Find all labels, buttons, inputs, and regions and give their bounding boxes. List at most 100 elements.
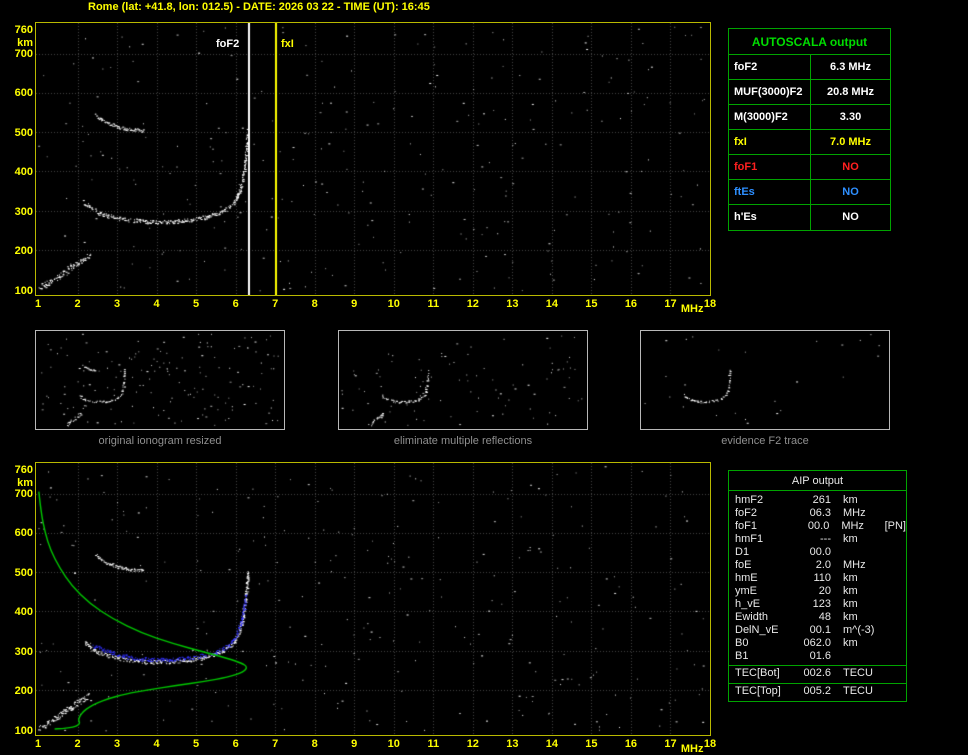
x-axis-tick-bottom: 17	[664, 738, 677, 750]
ionogram-canvas-bottom	[36, 463, 710, 735]
station-date-header: Rome (lat: +41.8, lon: 012.5) - DATE: 20…	[88, 1, 430, 13]
aip-param-value: 00.1	[809, 624, 831, 636]
autoscala-param-label: foF2	[729, 55, 811, 79]
x-axis-tick-bottom: 14	[545, 738, 558, 750]
autoscala-row-hes: h'Es NO	[729, 205, 890, 230]
autoscala-param-value: NO	[842, 186, 859, 198]
aip-param-value: 20	[818, 585, 831, 597]
y-axis-tick-bottom: 100	[14, 725, 33, 737]
y-axis-unit-bottom: km	[17, 477, 33, 489]
x-axis-tick-bottom: 8	[311, 738, 318, 750]
thumbnail-caption-f2trace: evidence F2 trace	[721, 435, 809, 447]
x-axis-tick-top: 1	[34, 298, 42, 310]
autoscala-panel-title: AUTOSCALA output	[729, 29, 890, 55]
x-axis-tick-bottom: 11	[427, 738, 440, 750]
x-axis-tick-top: 8	[311, 298, 318, 310]
aip-param-unit: km	[843, 598, 858, 610]
aip-param-label: foE	[735, 559, 752, 571]
aip-param-label: foF2	[735, 507, 758, 519]
x-axis-tick-top: 3	[113, 298, 121, 310]
x-axis-tick-bottom: 13	[506, 738, 519, 750]
autoscala-param-value: 3.30	[839, 111, 862, 123]
thumbnail-canvas-f2trace	[641, 331, 889, 429]
x-axis-tick-bottom: 9	[351, 738, 358, 750]
y-axis-tick-top: 700	[14, 47, 33, 60]
y-axis-tick-top: 500	[14, 126, 33, 139]
aip-param-value: 005.2	[803, 685, 831, 697]
aip-param-unit: km	[843, 585, 858, 597]
x-axis-tick-top: 14	[545, 298, 558, 310]
x-axis-tick-bottom: 4	[153, 738, 160, 750]
x-axis-tick-bottom: 7	[272, 738, 279, 750]
aip-row-yme: ymE 20 km	[729, 585, 906, 598]
aip-param-value: 2.0	[815, 559, 831, 571]
thumbnail-caption-reflections: eliminate multiple reflections	[393, 435, 533, 447]
x-axis-tick-top: 5	[193, 298, 200, 310]
aip-param-unit: km	[843, 494, 858, 506]
aip-output-panel: AIP output hmF2 261 km foF2 06.3 MHz foF1 00.0 M…	[728, 470, 907, 702]
aip-row-fof1: foF1 00.0 MHz [PN]	[729, 520, 906, 533]
ionogram-plot-top: foF2 fxI	[35, 22, 711, 296]
aip-param-label: B0	[735, 637, 749, 649]
x-axis-tick-top: 18	[703, 298, 717, 310]
x-axis-tick-top: 9	[351, 298, 358, 310]
thumbnail-original-ionogram	[35, 330, 285, 430]
x-axis-tick-top: 10	[387, 298, 400, 310]
thumbnail-multiple-reflections-removed	[338, 330, 588, 430]
thumbnail-canvas-original	[36, 331, 284, 429]
x-axis-tick-top: 6	[232, 298, 239, 310]
aip-param-unit: MHz	[843, 507, 866, 519]
aip-rows: hmF2 261 km foF2 06.3 MHz foF1 00.0 MHz [PN] hmF1 -…	[729, 491, 906, 701]
autoscala-param-label: MUF(3000)F2	[729, 80, 811, 104]
aip-param-label: B1	[735, 650, 749, 662]
x-axis-tick-top: 2	[74, 298, 81, 310]
aip-param-unit: m^(-3)	[843, 624, 875, 636]
x-axis-unit-top: MHz	[680, 303, 704, 315]
y-axis-tick-top: 300	[14, 205, 33, 218]
x-axis-tick-top: 16	[624, 298, 638, 310]
y-axis-tick-bottom: 500	[14, 566, 33, 579]
y-axis-tick-top: 600	[14, 87, 33, 100]
y-axis-tick-top: 100	[14, 285, 33, 297]
aip-param-value: 002.6	[803, 667, 831, 679]
aip-param-flag: [PN]	[884, 520, 906, 532]
autoscala-param-value: 20.8 MHz	[826, 86, 875, 98]
autoscala-param-value: 7.0 MHz	[830, 136, 871, 148]
fof2-marker-label: foF2	[214, 38, 242, 51]
thumbnail-f2-trace-evidence	[640, 330, 890, 430]
x-axis-tick-top: 13	[506, 298, 519, 310]
x-axis-tick-bottom: 15	[585, 738, 598, 750]
aip-param-value: ---	[820, 533, 831, 545]
aip-param-value: 110	[813, 572, 831, 584]
aip-panel-title: AIP output	[729, 471, 906, 491]
x-axis-tick-top: 12	[466, 298, 479, 310]
aip-param-unit: MHz	[843, 559, 866, 571]
aip-row-d1: D1 00.0	[729, 546, 906, 559]
ionogram-canvas-top	[36, 23, 710, 295]
x-axis-tick-bottom: 6	[232, 738, 239, 750]
autoscala-param-value: 6.3 MHz	[830, 61, 871, 73]
x-axis-tick-bottom: 12	[466, 738, 479, 750]
aip-row-hmf2: hmF2 261 km	[729, 494, 906, 507]
y-axis-tick-bottom: 600	[14, 527, 33, 540]
aip-param-label: foF1	[735, 520, 758, 532]
x-axis-tick-top: 17	[664, 298, 677, 310]
aip-row-b0: B0 062.0 km	[729, 637, 906, 650]
aip-param-label: hmE	[735, 572, 758, 584]
aip-row-hme: hmE 110 km	[729, 572, 906, 585]
autoscala-row-ftes: ftEs NO	[729, 180, 890, 205]
aip-param-value: 01.6	[809, 650, 831, 662]
autoscala-row-m3000f2: M(3000)F2 3.30	[729, 105, 890, 130]
aip-row-tectop: TEC[Top] 005.2 TECU	[729, 683, 906, 699]
aip-param-unit	[843, 650, 885, 663]
autoscala-row-muf3000f2: MUF(3000)F2 20.8 MHz	[729, 80, 890, 105]
aip-param-unit: MHz	[841, 520, 864, 532]
aip-param-unit: km	[843, 572, 858, 584]
aip-param-unit: TECU	[843, 685, 873, 697]
aip-row-tecbot: TEC[Bot] 002.6 TECU	[729, 665, 906, 681]
ionogram-plot-bottom	[35, 462, 711, 736]
y-axis-tick-bottom: 200	[14, 685, 33, 698]
aip-param-unit: km	[843, 637, 858, 649]
aip-param-value: 00.0	[807, 520, 830, 532]
aip-row-b1: B1 01.6	[729, 650, 906, 663]
